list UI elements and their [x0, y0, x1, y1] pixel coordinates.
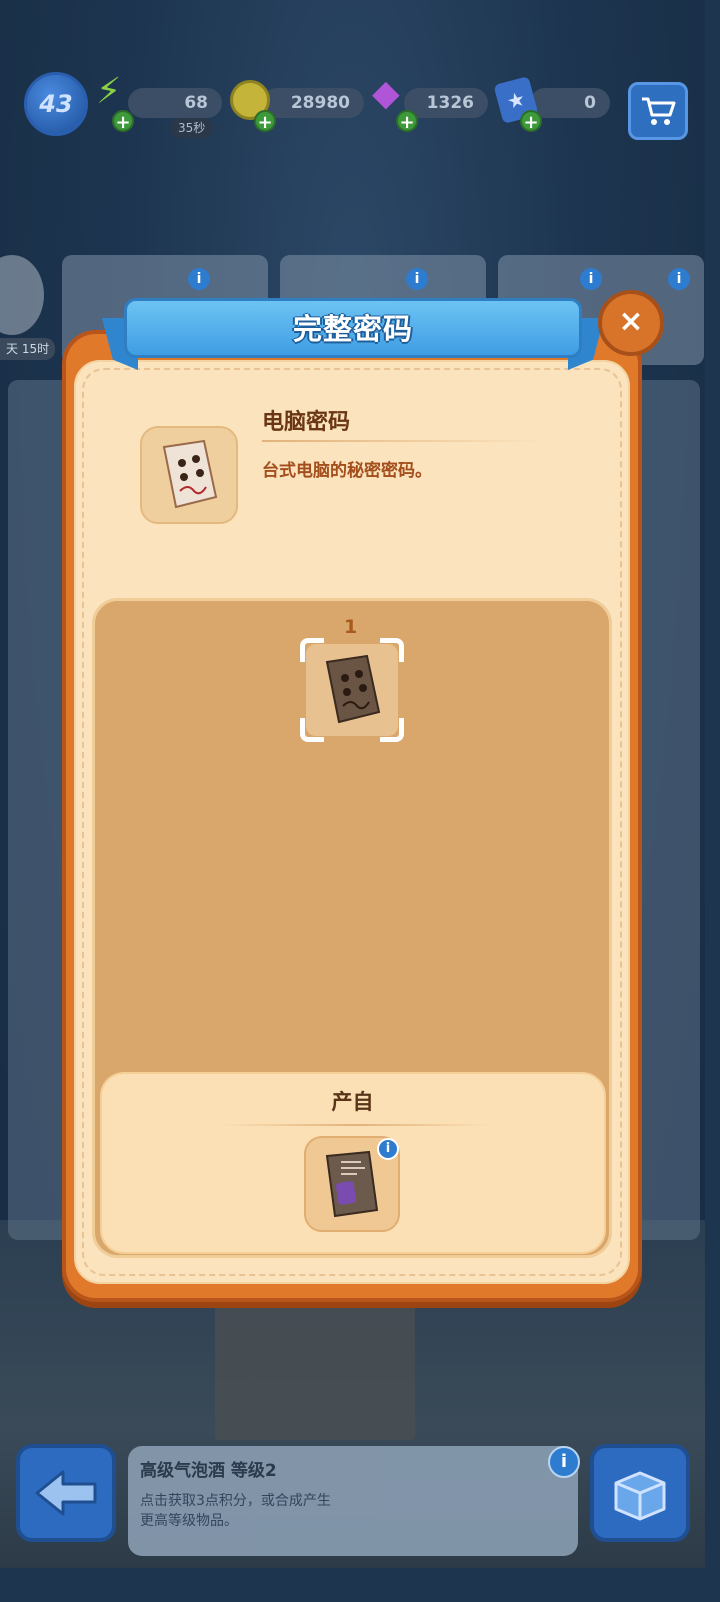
- inventory-button[interactable]: [590, 1444, 690, 1542]
- cart-icon: [642, 97, 676, 125]
- add-stars-button[interactable]: +: [520, 110, 542, 133]
- box-icon: [614, 1471, 666, 1521]
- chain-item-slot[interactable]: [300, 638, 404, 742]
- dialog-title-banner: 完整密码: [102, 298, 604, 372]
- add-gems-button[interactable]: +: [396, 110, 418, 133]
- close-button[interactable]: ×: [598, 290, 664, 356]
- order-info-icon: i: [406, 268, 428, 290]
- document-icon: [325, 1150, 379, 1218]
- star-counter: 0: [530, 88, 610, 118]
- lightning-icon: ⚡: [96, 71, 122, 112]
- shop-button[interactable]: [628, 82, 688, 140]
- back-arrow-icon: [35, 1470, 97, 1516]
- source-title: 产自: [331, 1090, 374, 1114]
- gem-icon: ◆: [372, 73, 400, 114]
- password-card-icon: [325, 654, 381, 724]
- player-level-badge[interactable]: 43: [24, 72, 88, 136]
- order-info-icon: i: [580, 268, 602, 290]
- add-energy-button[interactable]: +: [112, 110, 134, 133]
- order-info-icon: i: [188, 268, 210, 290]
- energy-timer: 35秒: [170, 118, 214, 138]
- back-button[interactable]: [16, 1444, 116, 1542]
- cardboard-box: [215, 1290, 415, 1440]
- event-timer: 天 15时: [0, 338, 56, 360]
- item-info-description: 点击获取3点积分，或合成产生更高等级物品。: [140, 1493, 331, 1529]
- item-info-button[interactable]: i: [548, 1446, 580, 1478]
- chain-level-number: 1: [344, 616, 358, 638]
- item-info-title: 高级气泡酒 等级2: [140, 1461, 277, 1481]
- energy-counter: 68: [128, 88, 222, 118]
- item-description: 台式电脑的秘密密码。: [262, 461, 432, 481]
- password-card-icon: [162, 439, 218, 509]
- coin-counter: 28980: [262, 88, 364, 118]
- character-portrait: [0, 255, 44, 335]
- order-info-icon: i: [668, 268, 690, 290]
- item-thumbnail: [140, 426, 238, 524]
- add-coins-button[interactable]: +: [254, 110, 276, 133]
- source-info-icon[interactable]: i: [377, 1138, 399, 1160]
- item-info-panel: 高级气泡酒 等级2 点击获取3点积分，或合成产生更高等级物品。: [128, 1446, 578, 1556]
- item-name: 电脑密码: [262, 410, 351, 435]
- dialog-title: 完整密码: [292, 312, 413, 346]
- gem-counter: 1326: [404, 88, 488, 118]
